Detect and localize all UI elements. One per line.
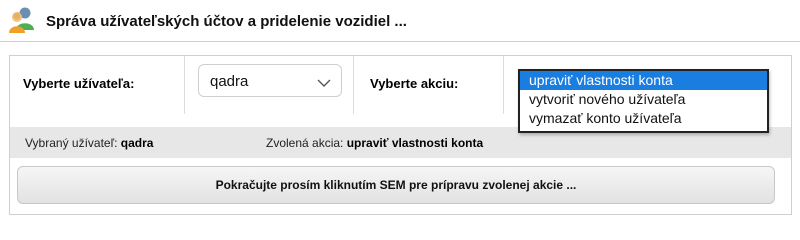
selected-user-status: Vybraný užívateľ: qadra [25,136,153,150]
column-divider [184,56,185,114]
action-option-create-user[interactable]: vytvoriť nového užívateľa [520,90,767,109]
user-select-label: Vyberte užívateľa: [23,76,135,91]
page-title: Správa užívateľských účtov a pridelenie … [46,13,407,30]
chosen-action-status: Zvolená akcia: upraviť vlastnosti konta [266,136,483,150]
page-header: Správa užívateľských účtov a pridelenie … [0,0,800,42]
chevron-down-icon [317,75,331,93]
users-icon [7,6,37,34]
user-management-panel: Vyberte užívateľa: qadra Vyberte akciu: … [9,55,792,215]
column-divider [503,56,504,114]
header-divider [0,41,800,42]
user-select[interactable]: qadra [198,64,342,97]
chosen-action-value: upraviť vlastnosti konta [346,136,484,150]
user-select-value: qadra [210,73,249,90]
action-select-label: Vyberte akciu: [370,76,459,91]
action-option-edit-account[interactable]: upraviť vlastnosti konta [520,71,767,90]
selected-user-label: Vybraný užívateľ: [25,136,118,150]
column-divider [353,56,354,114]
action-option-delete-account[interactable]: vymazať konto užívateľa [520,109,767,128]
selected-user-value: qadra [120,136,154,150]
continue-button[interactable]: Pokračujte prosím kliknutím SEM pre príp… [17,166,775,204]
action-listbox[interactable]: upraviť vlastnosti konta vytvoriť nového… [518,69,769,133]
chosen-action-label: Zvolená akcia: [266,136,344,150]
